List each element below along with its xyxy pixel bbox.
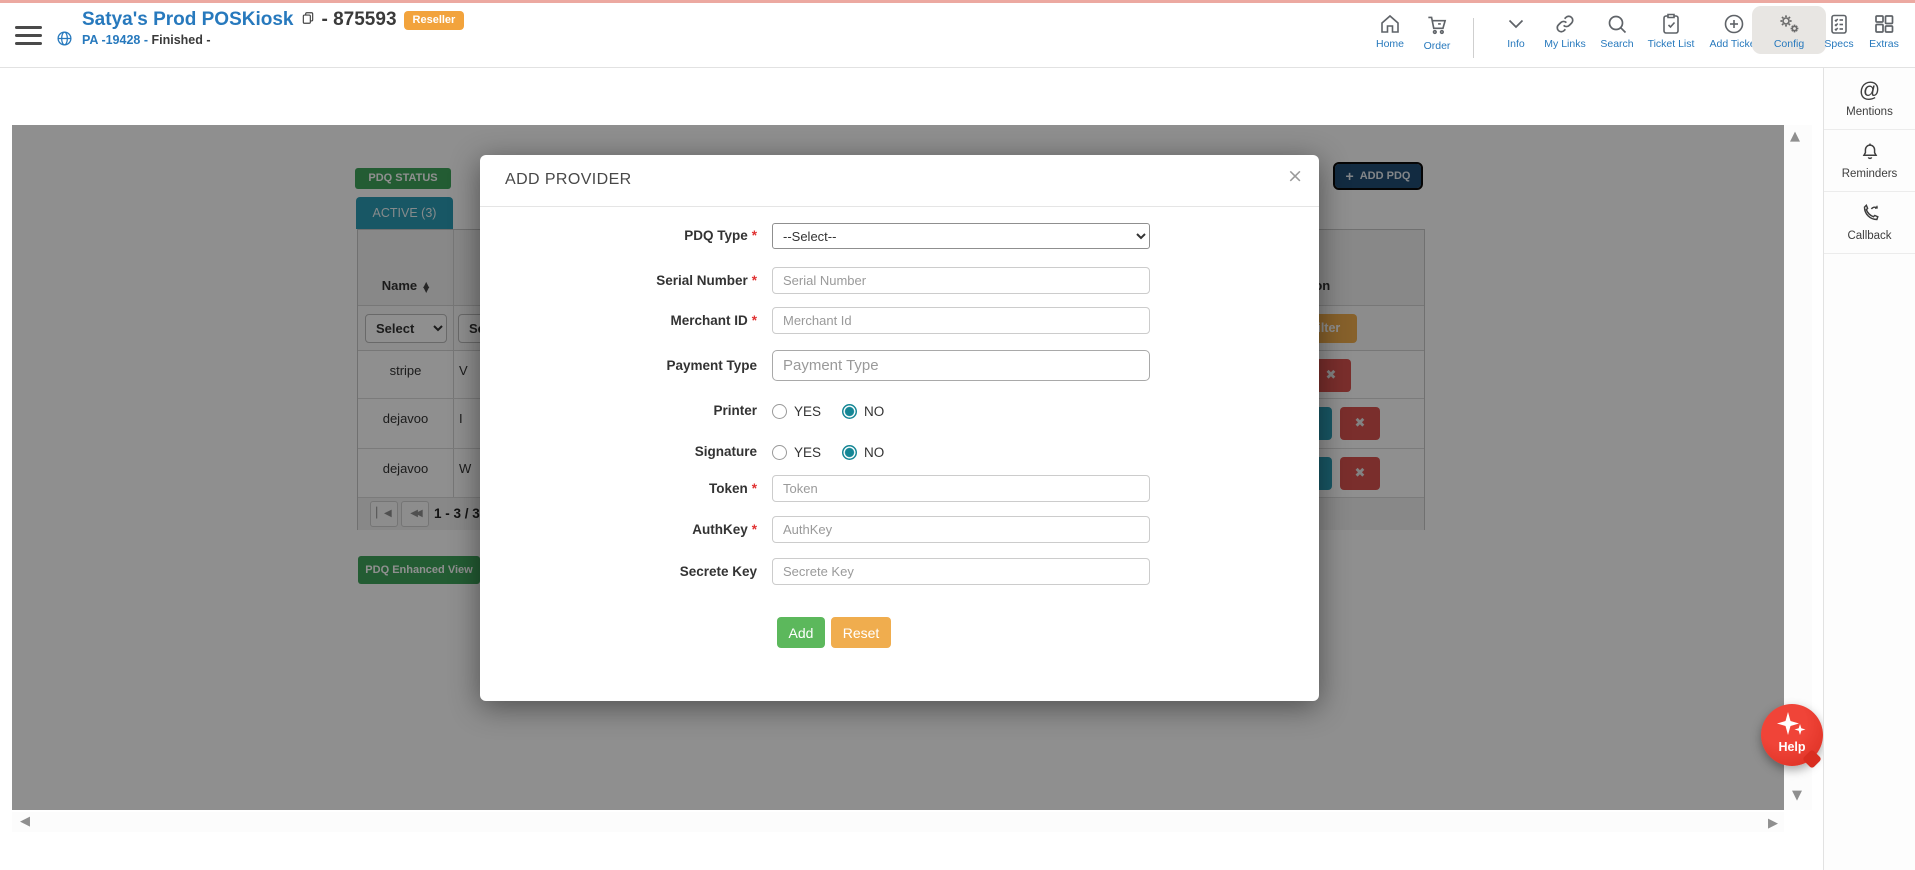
field-row-serial-number: Serial Number* xyxy=(504,267,1294,294)
status-text: Finished - xyxy=(152,33,211,47)
required-asterisk: * xyxy=(752,313,757,328)
close-icon[interactable]: × xyxy=(1287,165,1303,187)
printer-yes-label[interactable]: YES xyxy=(794,404,821,419)
authkey-input[interactable] xyxy=(772,516,1150,543)
project-link[interactable]: PA -19428 - xyxy=(82,33,148,47)
breadcrumb: PA -19428 - Finished - xyxy=(82,33,464,47)
chevron-down-icon xyxy=(1504,12,1528,36)
modal-title: ADD PROVIDER xyxy=(505,171,632,189)
reset-button[interactable]: Reset xyxy=(831,617,891,648)
search-icon xyxy=(1605,12,1629,36)
right-sidebar: @ Mentions Reminders Callback xyxy=(1823,68,1915,870)
serial-number-input[interactable] xyxy=(772,267,1150,294)
signature-no-radio[interactable] xyxy=(842,445,857,460)
cart-icon xyxy=(1424,12,1450,38)
callback-phone-icon xyxy=(1824,203,1915,229)
field-row-authkey: AuthKey* xyxy=(504,516,1294,543)
sidebar-item-reminders[interactable]: Reminders xyxy=(1824,130,1915,192)
home-icon xyxy=(1378,12,1402,36)
field-row-pdq-type: PDQ Type* --Select-- xyxy=(504,223,1294,249)
scroll-up-arrow[interactable]: ▲ xyxy=(1790,129,1800,144)
page-title[interactable]: Satya's Prod POSKiosk xyxy=(82,9,294,31)
hamburger-menu-icon[interactable] xyxy=(15,26,42,45)
signature-no-label[interactable]: NO xyxy=(864,445,884,460)
nav-order[interactable]: Order xyxy=(1400,12,1474,52)
printer-no-label[interactable]: NO xyxy=(864,404,884,419)
bell-icon xyxy=(1824,141,1915,167)
scroll-down-arrow[interactable]: ▼ xyxy=(1792,788,1802,803)
mentions-at-icon: @ xyxy=(1824,79,1915,105)
plus-circle-icon xyxy=(1722,12,1746,36)
field-row-signature: Signature YES NO xyxy=(504,443,1294,461)
field-row-printer: Printer YES NO xyxy=(504,402,1294,420)
required-asterisk: * xyxy=(752,481,757,496)
pdq-type-select[interactable]: --Select-- xyxy=(772,223,1150,249)
add-provider-modal: ADD PROVIDER × PDQ Type* --Select-- Seri… xyxy=(480,155,1319,701)
sidebar-item-mentions[interactable]: @ Mentions xyxy=(1824,68,1915,130)
printer-no-radio[interactable] xyxy=(842,404,857,419)
required-asterisk: * xyxy=(752,228,757,243)
field-row-token: Token* xyxy=(504,475,1294,502)
globe-icon xyxy=(56,30,73,52)
ticket-id: - 875593 xyxy=(322,9,397,31)
signature-yes-label[interactable]: YES xyxy=(794,445,821,460)
payment-type-input[interactable] xyxy=(772,350,1150,381)
sidebar-item-callback[interactable]: Callback xyxy=(1824,192,1915,254)
brand-top-line xyxy=(0,0,1915,3)
printer-yes-radio[interactable] xyxy=(772,404,787,419)
modal-header: ADD PROVIDER × xyxy=(480,155,1319,207)
ticket-list-icon xyxy=(1659,12,1683,36)
token-input[interactable] xyxy=(772,475,1150,502)
nav-extras[interactable]: Extras xyxy=(1847,12,1915,50)
scroll-right-arrow[interactable]: ▶ xyxy=(1768,816,1778,831)
scroll-left-arrow[interactable]: ◀ xyxy=(20,814,30,829)
required-asterisk: * xyxy=(752,522,757,537)
secrete-key-input[interactable] xyxy=(772,558,1150,585)
signature-yes-radio[interactable] xyxy=(772,445,787,460)
add-button[interactable]: Add xyxy=(777,617,825,648)
top-navbar: Satya's Prod POSKiosk - 875593 Reseller … xyxy=(0,3,1915,68)
required-asterisk: * xyxy=(752,273,757,288)
copy-icon[interactable] xyxy=(301,11,315,30)
link-icon xyxy=(1553,12,1577,36)
nav-divider xyxy=(1473,18,1474,58)
horizontal-scrollbar: ◀ ▶ xyxy=(12,812,1784,832)
gears-icon xyxy=(1776,12,1802,36)
field-row-merchant-id: Merchant ID* xyxy=(504,307,1294,334)
merchant-id-input[interactable] xyxy=(772,307,1150,334)
field-row-secrete-key: Secrete Key xyxy=(504,558,1294,585)
field-row-payment-type: Payment Type xyxy=(504,350,1294,381)
help-button[interactable]: Help xyxy=(1761,704,1823,766)
extras-grid-icon xyxy=(1872,12,1896,36)
reseller-badge: Reseller xyxy=(404,11,465,30)
